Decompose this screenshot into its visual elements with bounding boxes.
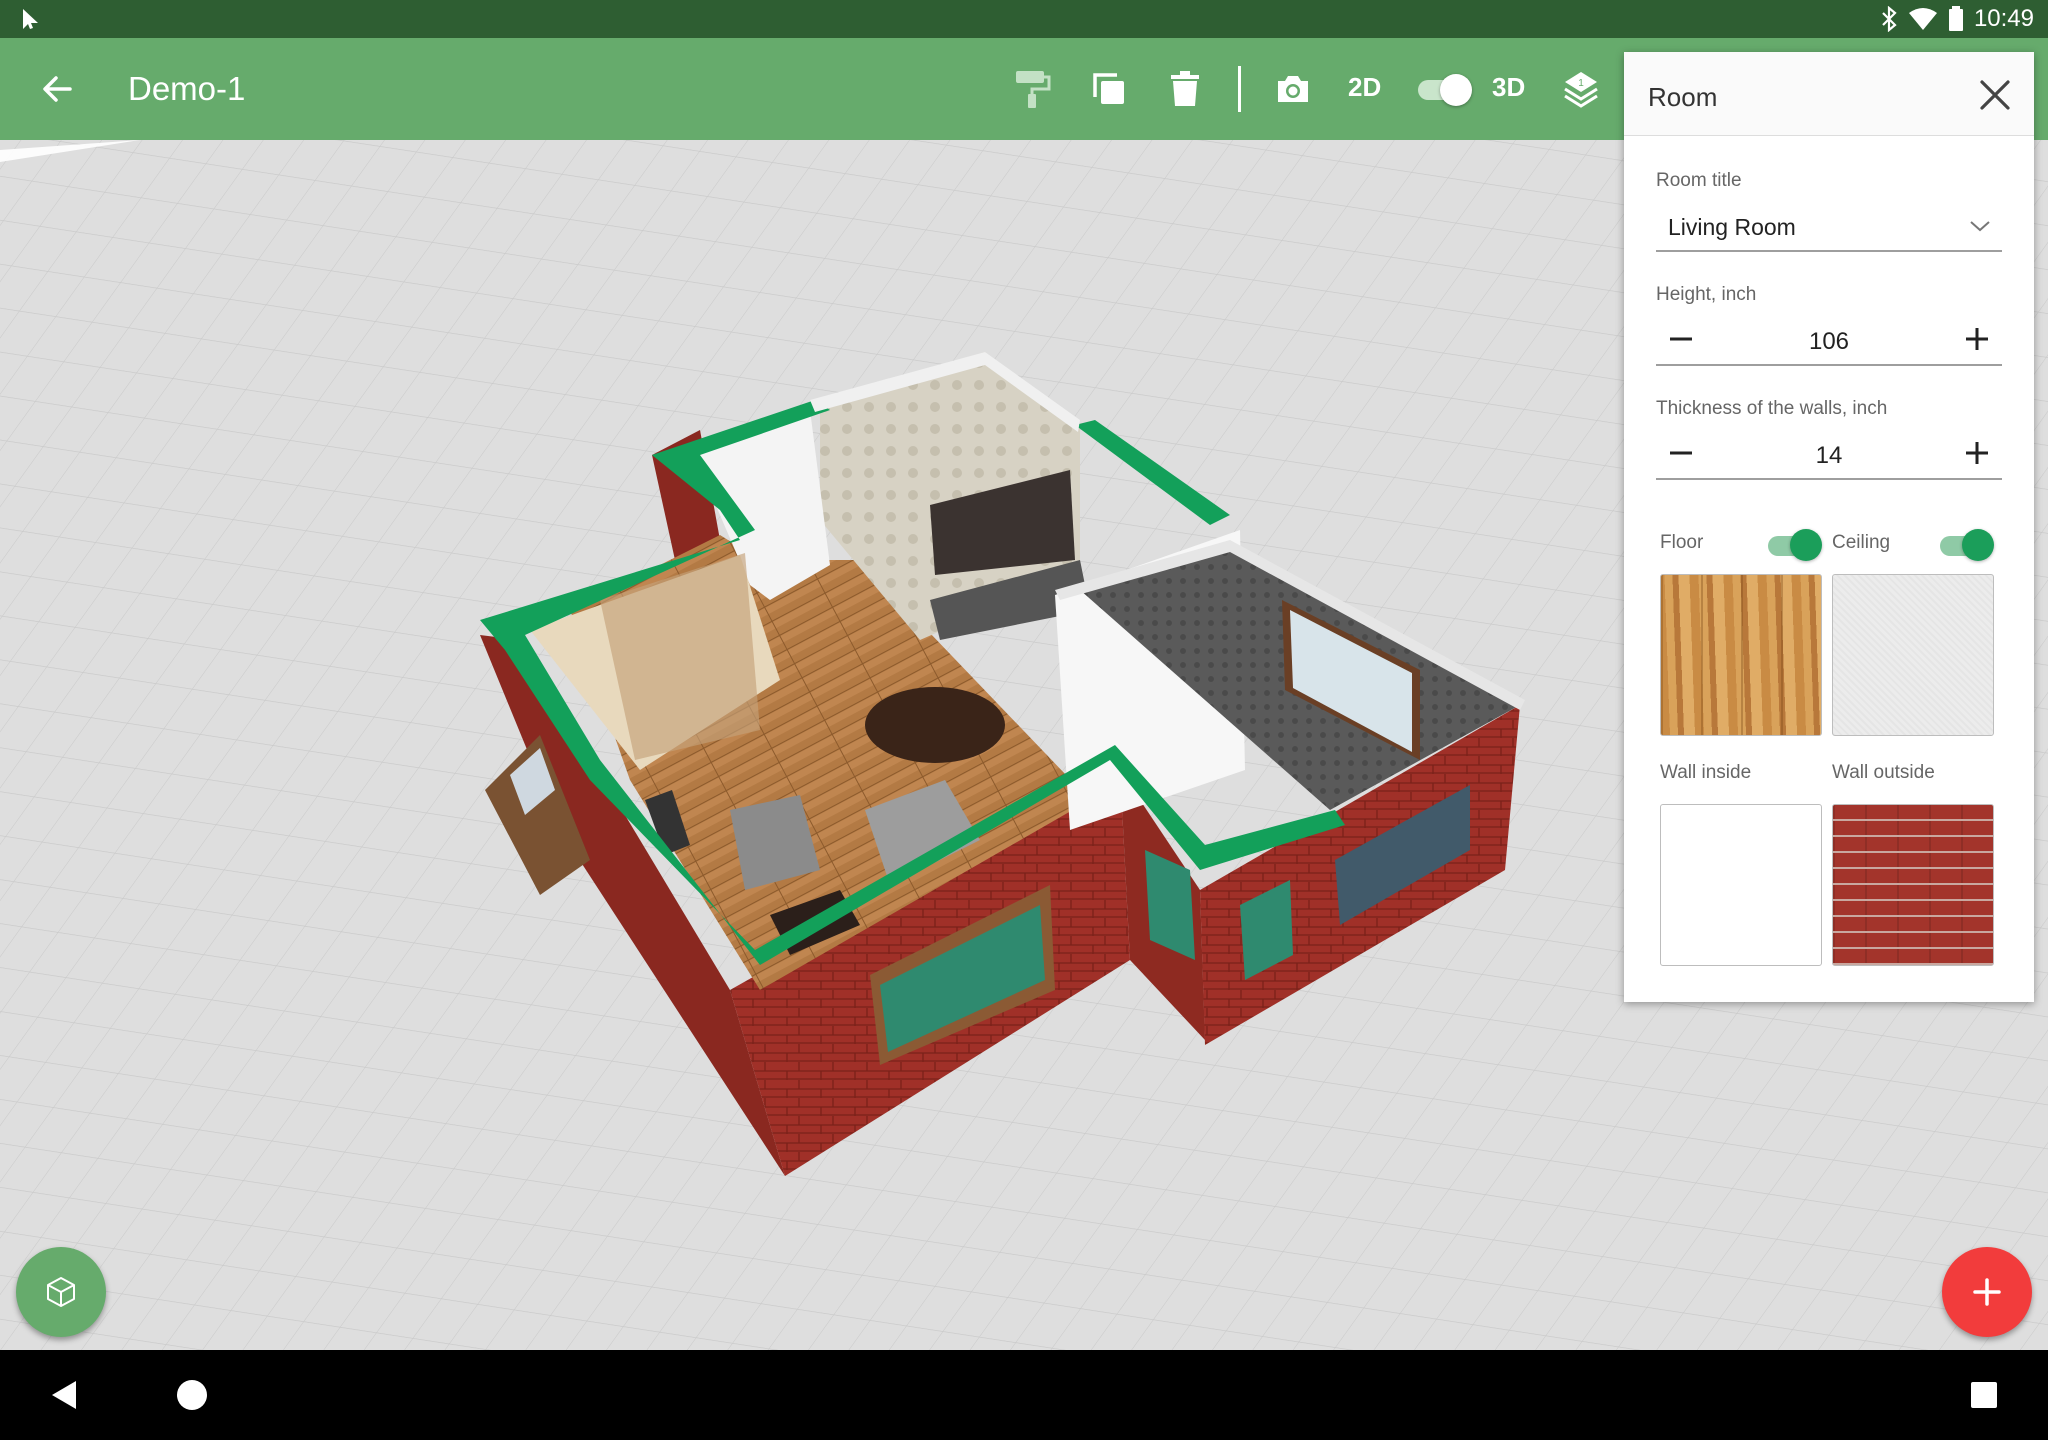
wall-inside-label: Wall inside [1660,762,1752,783]
floor-toggle-thumb [1790,529,1822,561]
ceiling-label: Ceiling [1832,532,1891,553]
view-mode-toggle[interactable] [1418,74,1472,106]
wall-outside-texture-swatch[interactable] [1832,804,1994,966]
copy-icon [1093,73,1124,104]
wall-outside-label: Wall outside [1832,762,1935,783]
floor-toggle[interactable] [1768,528,1822,562]
camera-icon [1278,76,1308,102]
layers-button[interactable]: 1 [1560,68,1602,110]
wall-thickness-value[interactable]: 14 [1656,442,2002,470]
height-value[interactable]: 106 [1656,328,2002,356]
panel-header: Room [1624,52,2034,136]
nav-home-icon[interactable] [174,1377,210,1413]
system-nav-bar [0,1350,2048,1440]
toolbar-divider [1238,66,1241,112]
wall-thickness-stepper[interactable]: 14 [1656,430,2002,480]
toggle-thumb [1440,74,1472,106]
back-arrow-icon[interactable] [36,68,78,110]
wall-inside-texture-swatch[interactable] [1660,804,1822,966]
view-3d-label[interactable]: 3D [1492,72,1525,103]
plus-icon[interactable] [1962,438,1992,468]
project-title: Demo-1 [128,70,246,107]
clock: 10:49 [1973,5,2034,32]
ceiling-texture-swatch[interactable] [1832,574,1994,736]
delete-button[interactable] [1164,68,1206,110]
height-stepper[interactable]: 106 [1656,316,2002,366]
plus-icon [1973,1278,2001,1306]
nav-back-icon[interactable] [46,1377,82,1413]
ceiling-toggle-thumb [1962,529,1994,561]
room-title-value: Living Room [1668,214,1796,240]
cube-icon [47,1277,75,1307]
paint-roller-icon [1016,71,1051,108]
chevron-down-icon [1970,221,1990,232]
status-bar: 10:49 [0,0,2048,38]
height-label: Height, inch [1656,284,1757,305]
copy-button[interactable] [1088,68,1130,110]
plus-icon[interactable] [1962,324,1992,354]
add-button[interactable] [1942,1247,2032,1337]
trash-icon [1171,71,1199,106]
bluetooth-icon [1882,6,1897,32]
wifi-icon [1908,8,1937,30]
room-title-label: Room title [1656,170,1742,191]
floor-label: Floor [1660,532,1704,553]
floor-texture-swatch[interactable] [1660,574,1822,736]
close-icon[interactable] [1978,78,2012,112]
svg-text:1: 1 [1578,78,1584,89]
app-logo-icon [23,9,38,29]
ceiling-toggle[interactable] [1940,528,1994,562]
camera-button[interactable] [1272,68,1314,110]
view-2d-label[interactable]: 2D [1348,72,1381,103]
objects-button[interactable] [16,1247,106,1337]
room-properties-panel: Room Room title Living Room Height, inch… [1624,52,2034,1002]
nav-recents-icon[interactable] [1966,1377,2002,1413]
battery-icon [1948,6,1963,31]
paint-roller-button[interactable] [1012,68,1054,110]
wall-thickness-label: Thickness of the walls, inch [1656,398,1888,419]
layers-icon: 1 [1564,72,1598,108]
room-title-select[interactable]: Living Room [1656,202,2002,252]
panel-title: Room [1648,82,1718,112]
dining-table [865,687,1005,763]
